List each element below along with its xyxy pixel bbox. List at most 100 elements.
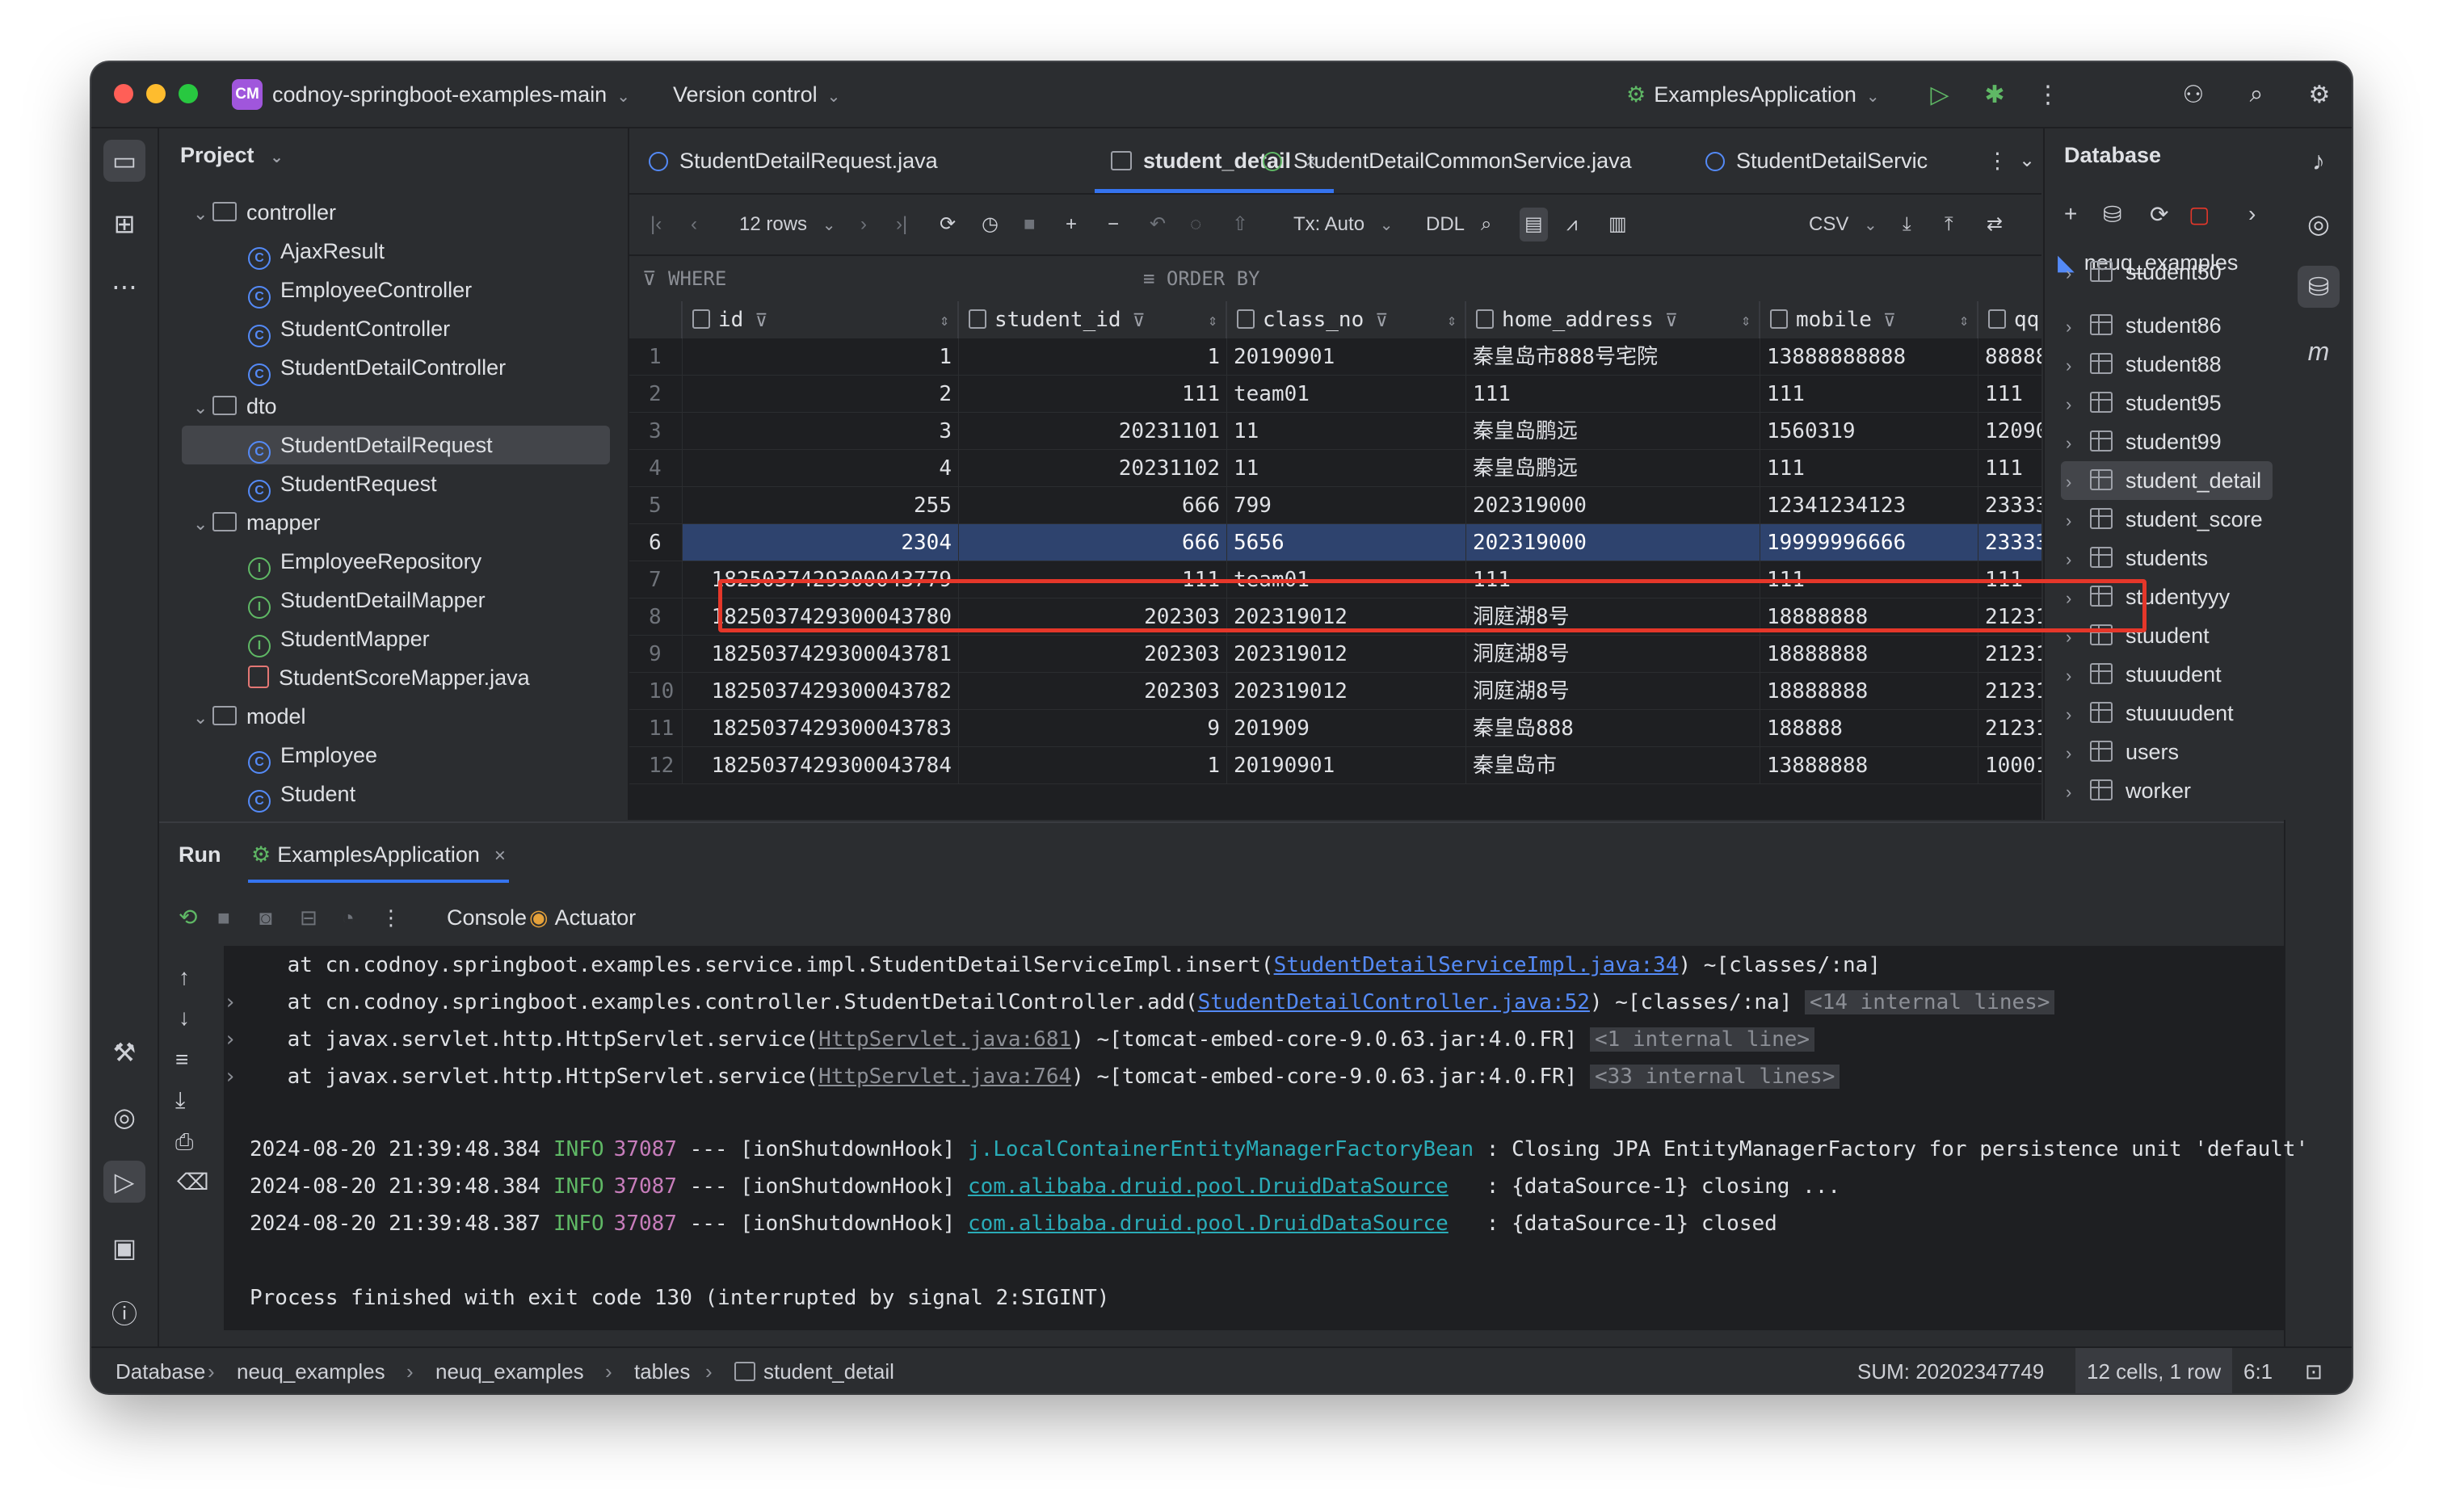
- column-header[interactable]: qq⊽⇕: [1978, 301, 2041, 338]
- table-cell[interactable]: 1: [683, 338, 959, 376]
- column-header[interactable]: id ⊽ ⇕: [683, 301, 959, 338]
- table-cell[interactable]: 23333: [1978, 487, 2041, 524]
- table-cell[interactable]: 20231102: [959, 450, 1227, 487]
- record-view-icon[interactable]: ▥: [1608, 208, 1627, 242]
- tree-item[interactable]: I StudentMapper: [248, 620, 430, 658]
- chevron-down-icon[interactable]: ⌄: [193, 195, 212, 233]
- table-cell[interactable]: 9: [959, 710, 1227, 747]
- project-selector[interactable]: codnoy-springboot-examples-main ⌄: [272, 80, 630, 111]
- tree-item[interactable]: C Student: [248, 775, 355, 813]
- scroll-down-icon[interactable]: ↓: [179, 994, 190, 1041]
- tree-item[interactable]: ⌄ dto: [193, 387, 277, 426]
- tab-1[interactable]: StudentDetailRequest.java: [649, 128, 938, 193]
- table-cell[interactable]: 19999996666: [1760, 524, 1978, 561]
- memory-icon[interactable]: ◔: [342, 894, 355, 941]
- more-tools-icon[interactable]: ⋯: [103, 266, 145, 308]
- export-format-selector[interactable]: CSV ⌄: [1809, 208, 1877, 242]
- chevron-right-icon[interactable]: ›: [2066, 502, 2085, 540]
- db-table-item[interactable]: › student99: [2061, 422, 2273, 461]
- table-cell[interactable]: 202319000: [1466, 487, 1760, 524]
- tree-item[interactable]: ⌄ mapper: [193, 503, 321, 542]
- sort-icon[interactable]: ⇕: [1959, 301, 1969, 338]
- chevron-right-icon[interactable]: ›: [2066, 773, 2085, 812]
- problems-icon[interactable]: ⓘ: [103, 1292, 145, 1334]
- database-icon[interactable]: ⛁: [2298, 266, 2340, 308]
- scroll-to-end-icon[interactable]: ⤓: [175, 1077, 185, 1124]
- filter-funnel-icon[interactable]: ⊽: [1665, 311, 1678, 331]
- download-icon[interactable]: ⤓: [1903, 208, 1911, 242]
- project-folder-icon[interactable]: ▭: [103, 140, 145, 182]
- folded-lines[interactable]: <33 internal lines>: [1589, 1065, 1840, 1089]
- preview-icon[interactable]: ◌: [1190, 208, 1201, 242]
- table-cell[interactable]: 11: [1227, 413, 1466, 450]
- db-table-item[interactable]: › stuuudent: [2061, 655, 2273, 694]
- table-cell[interactable]: 88888888: [1978, 338, 2041, 376]
- table-row[interactable]: 11120190901秦皇岛市888号宅院1388888888888888888: [629, 338, 2041, 376]
- run-tab-console[interactable]: Console: [447, 894, 527, 941]
- folded-lines[interactable]: <14 internal lines>: [1805, 990, 2055, 1014]
- stop-icon[interactable]: ■: [1024, 208, 1036, 242]
- db-table-item[interactable]: › student_score: [2061, 500, 2273, 539]
- filter-funnel-icon[interactable]: ⊽: [1133, 311, 1146, 331]
- sort-icon[interactable]: ⇕: [1741, 301, 1751, 338]
- revert-icon[interactable]: ↶: [1150, 208, 1166, 242]
- previous-page-icon[interactable]: ‹: [691, 208, 697, 242]
- submit-icon[interactable]: ⇧: [1232, 208, 1248, 242]
- table-cell[interactable]: 5656: [1227, 524, 1466, 561]
- reload-icon[interactable]: ⟳: [940, 208, 956, 242]
- table-row[interactable]: 10 1825037429300043782 202303 202319012 洞庭湖8…: [629, 673, 2041, 710]
- log-cls[interactable]: com.alibaba.druid.pool.DruidDataSource: [968, 1174, 1449, 1199]
- expand-chevron-icon[interactable]: ›: [224, 1059, 237, 1094]
- table-cell[interactable]: 21231231: [1978, 636, 2041, 673]
- add-datasource-icon[interactable]: +: [2064, 201, 2077, 227]
- db-table-item[interactable]: › stuuuudent: [2061, 694, 2273, 733]
- dump-threads-icon[interactable]: ⊟: [300, 894, 317, 941]
- table-cell[interactable]: 18888888: [1760, 636, 1978, 673]
- run-config-tab[interactable]: ⚙ ExamplesApplication ×: [248, 831, 509, 883]
- search-icon[interactable]: ⌕: [1481, 208, 1491, 242]
- lock-icon[interactable]: ⊡: [2305, 1348, 2323, 1393]
- stop-icon[interactable]: ■: [217, 894, 230, 941]
- table-cell[interactable]: 799: [1227, 487, 1466, 524]
- table-row[interactable]: 4 4 20231102 11 秦皇岛鹏远 111 111: [629, 450, 2041, 487]
- settings-gear-icon[interactable]: ⚙: [2302, 77, 2337, 112]
- first-page-icon[interactable]: |‹: [650, 208, 662, 242]
- db-table-item[interactable]: › users: [2061, 733, 2273, 771]
- delete-row-icon[interactable]: −: [1108, 208, 1119, 242]
- table-cell[interactable]: 666: [959, 487, 1227, 524]
- table-cell[interactable]: 21231231: [1978, 710, 2041, 747]
- ddl-button[interactable]: DDL: [1426, 208, 1465, 242]
- log-cls[interactable]: com.alibaba.druid.pool.DruidDataSource: [968, 1212, 1449, 1236]
- column-header[interactable]: class_no ⊽ ⇕: [1227, 301, 1466, 338]
- build-hammer-icon[interactable]: ⚒: [103, 1031, 145, 1073]
- disconnect-icon[interactable]: ▢: [2189, 201, 2210, 228]
- rows-selector[interactable]: 12 rows ⌄: [739, 208, 835, 242]
- table-cell[interactable]: 111: [1978, 450, 2041, 487]
- breadcrumb-item[interactable]: neuq_examples: [435, 1348, 584, 1393]
- table-cell[interactable]: 1560319: [1760, 413, 1978, 450]
- add-user-icon[interactable]: ⚇: [2176, 77, 2211, 112]
- tab-3[interactable]: StudentDetailCommonService.java: [1263, 128, 1632, 193]
- zoom-window-button[interactable]: [179, 84, 198, 103]
- order-by-filter[interactable]: ≡ ORDER BY: [1143, 256, 1260, 301]
- table-cell[interactable]: 2304: [683, 524, 959, 561]
- next-page-icon[interactable]: ›: [860, 208, 867, 242]
- table-row[interactable]: 11 1825037429300043783 9 201909 秦皇岛888 188888…: [629, 710, 2041, 747]
- table-row[interactable]: 2 2 111 team01 111 111 111: [629, 376, 2041, 413]
- history-icon[interactable]: ◷: [982, 208, 999, 242]
- table-cell[interactable]: 秦皇岛888: [1466, 710, 1760, 747]
- table-row[interactable]: 9 1825037429300043781 202303 202319012 洞庭湖8号…: [629, 636, 2041, 673]
- collapse-panel-icon[interactable]: ›: [2248, 201, 2256, 227]
- structure-icon[interactable]: ⊞: [103, 203, 145, 245]
- table-cell[interactable]: 202303: [959, 636, 1227, 673]
- tree-item[interactable]: C StudentDetailRequest: [248, 426, 493, 464]
- compare-icon[interactable]: ⇄: [1987, 208, 2003, 242]
- table-cell[interactable]: 188888: [1760, 710, 1978, 747]
- column-header[interactable]: home_address ⊽ ⇕: [1466, 301, 1760, 338]
- table-cell[interactable]: 201909: [1227, 710, 1466, 747]
- table-cell[interactable]: 4: [683, 450, 959, 487]
- upload-icon[interactable]: ⤒: [1945, 208, 1953, 242]
- tree-item[interactable]: C StudentDetailController: [248, 348, 506, 387]
- table-cell[interactable]: 21231231: [1978, 673, 2041, 710]
- expand-chevron-icon[interactable]: ›: [224, 985, 237, 1020]
